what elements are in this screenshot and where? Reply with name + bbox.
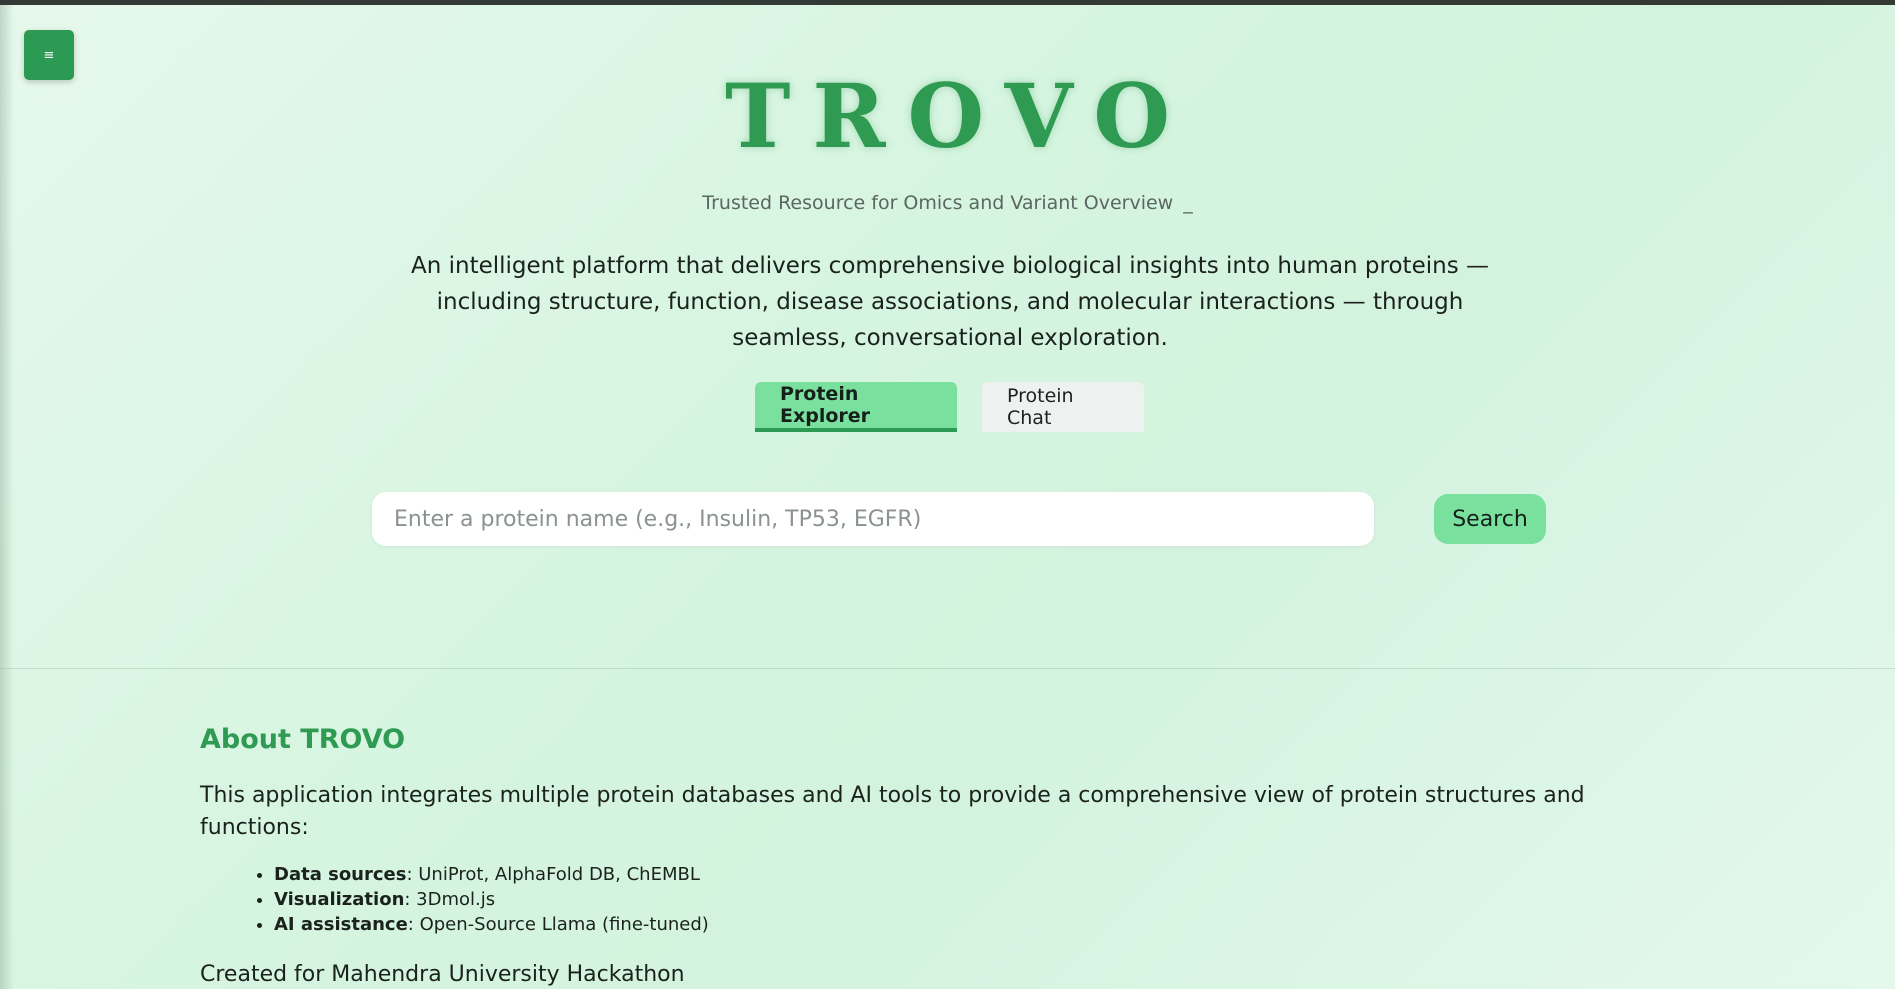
header: TROVO Trusted Resource for Omics and Var… [0,60,1895,214]
list-item-label: AI assistance [274,914,408,935]
platform-description: An intelligent platform that delivers co… [410,253,1489,351]
about-intro: This application integrates multiple pro… [200,783,1585,840]
protein-search-input[interactable] [372,492,1374,546]
list-item: Visualization: 3Dmol.js [274,887,1700,912]
list-item-value: : Open-Source Llama (fine-tuned) [407,914,709,935]
tab-protein-chat[interactable]: Protein Chat [982,382,1144,432]
list-item: Data sources: UniProt, AlphaFold DB, ChE… [274,862,1700,887]
tab-bar: Protein Explorer Protein Chat [755,382,1144,432]
section-divider [0,668,1895,669]
window-top-bar [0,0,1895,5]
tagline: Trusted Resource for Omics and Variant O… [0,192,1895,214]
about-section: About TROVO This application integrates … [200,720,1700,989]
list-item-value: : UniProt, AlphaFold DB, ChEMBL [406,864,700,885]
typing-cursor: _ [1183,192,1193,214]
list-item: AI assistance: Open-Source Llama (fine-t… [274,912,1700,937]
search-button[interactable]: Search [1434,494,1546,544]
about-footer: Created for Mahendra University Hackatho… [200,962,685,987]
list-item-label: Visualization [274,889,405,910]
about-title: About TROVO [200,724,406,755]
list-item-value: : 3Dmol.js [404,889,496,910]
list-item-label: Data sources [274,864,407,885]
tab-protein-explorer[interactable]: Protein Explorer [755,382,957,432]
app-title: TROVO [724,64,1193,168]
about-list: Data sources: UniProt, AlphaFold DB, ChE… [200,862,1700,937]
tagline-text: Trusted Resource for Omics and Variant O… [702,192,1174,214]
